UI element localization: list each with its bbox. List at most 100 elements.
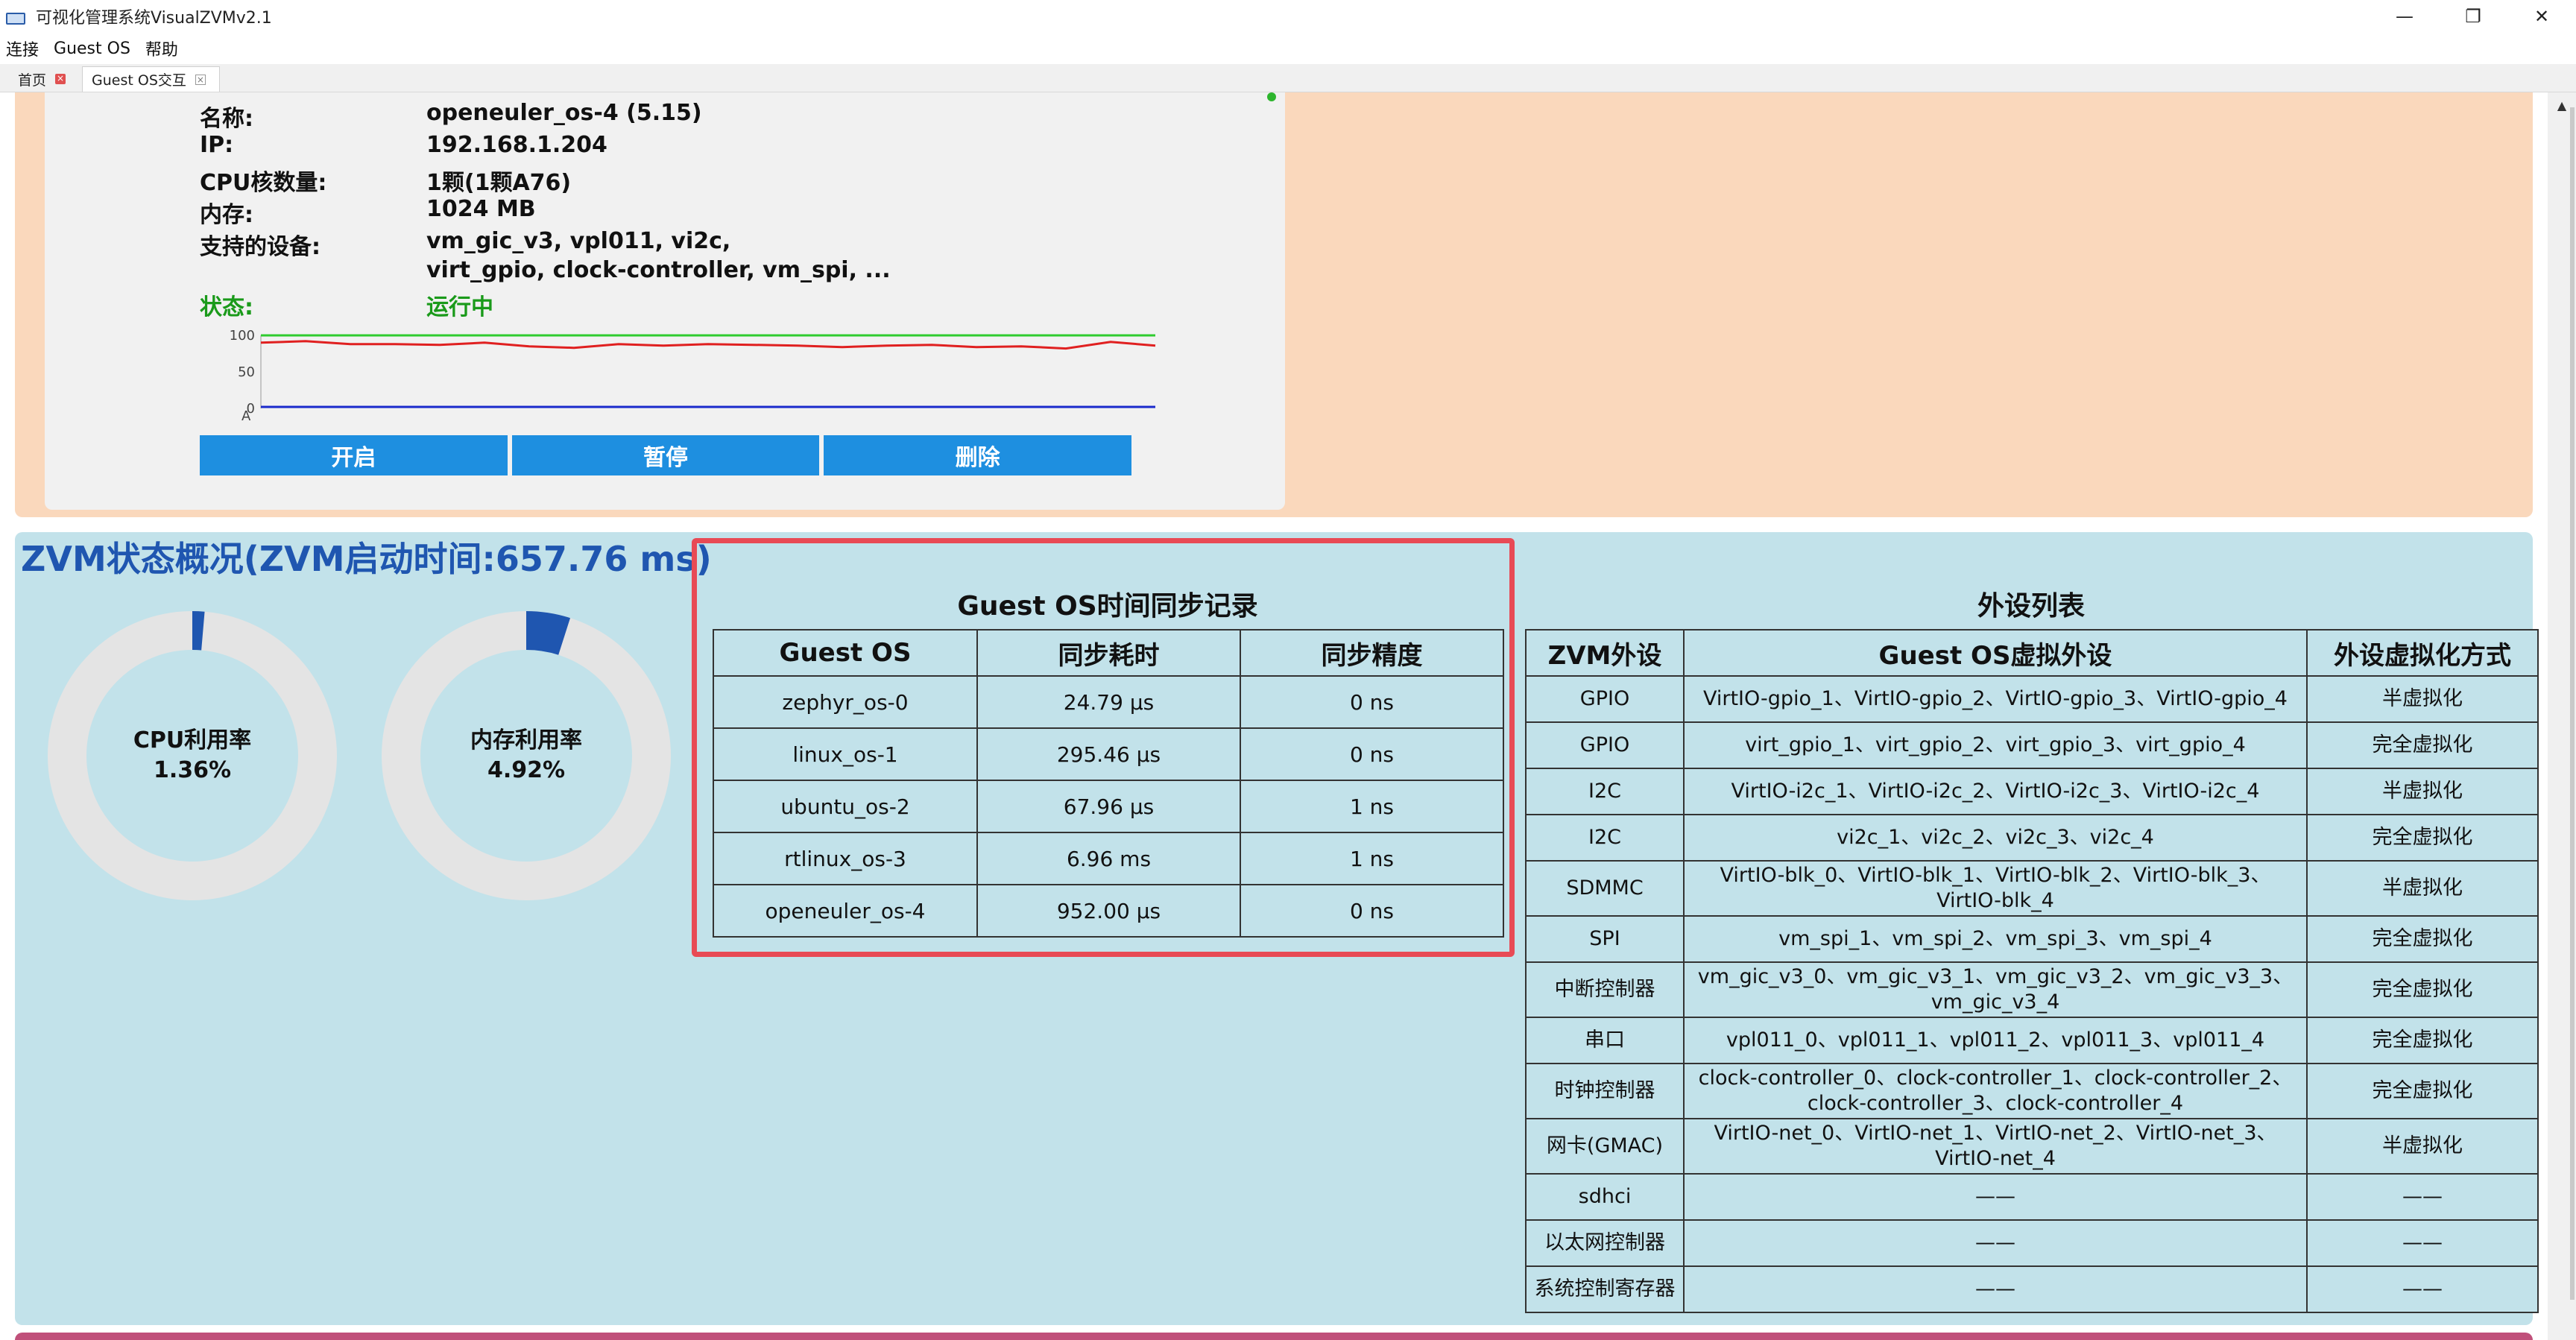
tab-guest-os-label: Guest OS交互 [92, 72, 186, 89]
vm-name-value: openeuler_os-4 (5.15) [426, 100, 702, 126]
peripheral-table-row: GPIO virt_gpio_1、virt_gpio_2、virt_gpio_3、… [1525, 721, 2539, 769]
peripheral-table-row-cell: 完全虚拟化 [2306, 1017, 2539, 1064]
vm-action-buttons: 开启 暂停 删除 [200, 435, 1132, 475]
vm-mem-value: 1024 MB [426, 196, 536, 222]
vm-mem-label: 内存: [200, 202, 253, 228]
peripheral-table-body: GPIO VirtIO-gpio_1、VirtIO-gpio_2、VirtIO-g… [1525, 675, 2539, 1313]
tab-home-label: 首页 [18, 72, 47, 89]
cpu-gauge-text: CPU利用率 1.36% [43, 726, 341, 786]
chart-corner-icon: A [242, 408, 251, 420]
peripheral-table-row-cell: I2C [1525, 814, 1685, 862]
peripheral-header-guest: Guest OS虚拟外设 [1683, 629, 2308, 677]
peripheral-table-row-cell: 网卡(GMAC) [1525, 1118, 1685, 1175]
peripheral-table-row-cell: SDMMC [1525, 860, 1685, 917]
vm-status-label: 状态: [200, 294, 253, 320]
peripheral-table-row-cell: 串口 [1525, 1017, 1685, 1064]
peripheral-table-row: 网卡(GMAC) VirtIO-net_0、VirtIO-net_1、VirtIO… [1525, 1118, 2539, 1175]
menu-bar: 连接 Guest OS 帮助 [0, 33, 2576, 64]
peripheral-table-row-cell: 完全虚拟化 [2306, 915, 2539, 963]
peripheral-table-row-cell: VirtIO-blk_0、VirtIO-blk_1、VirtIO-blk_2、V… [1683, 860, 2308, 917]
peripheral-table-row-cell: 半虚拟化 [2306, 768, 2539, 815]
peripheral-table: ZVM外设 Guest OS虚拟外设 外设虚拟化方式 GPIO VirtIO-gp… [1525, 629, 2539, 1313]
vm-section: 名称: openeuler_os-4 (5.15) IP: 192.168.1.… [15, 92, 2533, 517]
cpu-usage-gauge: CPU利用率 1.36% [43, 607, 341, 905]
peripheral-table-row-cell: virt_gpio_1、virt_gpio_2、virt_gpio_3、virt… [1683, 721, 2308, 769]
peripheral-table-row: 系统控制寄存器 —— —— [1525, 1265, 2539, 1313]
peripheral-table-row-cell: VirtIO-net_0、VirtIO-net_1、VirtIO-net_2、V… [1683, 1118, 2308, 1175]
peripheral-table-row: 中断控制器 vm_gic_v3_0、vm_gic_v3_1、vm_gic_v3_2… [1525, 961, 2539, 1018]
peripheral-table-row: sdhci —— —— [1525, 1173, 2539, 1221]
minimize-button[interactable]: — [2370, 0, 2439, 33]
vm-cpu-value: 1颗(1颗A76) [426, 170, 572, 196]
vm-ip-value: 192.168.1.204 [426, 132, 607, 158]
bottom-section-edge [15, 1333, 2533, 1340]
memory-usage-gauge: 内存利用率 4.92% [377, 607, 675, 905]
peripheral-table-row: I2C vi2c_1、vi2c_2、vi2c_3、vi2c_4 完全虚拟化 [1525, 814, 2539, 862]
peripheral-table-row-cell: 半虚拟化 [2306, 860, 2539, 917]
memory-gauge-label: 内存利用率 [470, 727, 582, 753]
window-title: 可视化管理系统VisualZVMv2.1 [36, 9, 272, 28]
peripheral-table-row-cell: 完全虚拟化 [2306, 961, 2539, 1018]
peripheral-table-row-cell: I2C [1525, 768, 1685, 815]
sync-table-highlight [692, 538, 1515, 957]
peripheral-table-row-cell: VirtIO-i2c_1、VirtIO-i2c_2、VirtIO-i2c_3、V… [1683, 768, 2308, 815]
chart-y-tick-label: 50 [238, 364, 255, 380]
vm-card: 名称: openeuler_os-4 (5.15) IP: 192.168.1.… [45, 92, 1285, 510]
peripheral-table-row-cell: vm_gic_v3_0、vm_gic_v3_1、vm_gic_v3_2、vm_g… [1683, 961, 2308, 1018]
peripheral-table-row-cell: 完全虚拟化 [2306, 721, 2539, 769]
maximize-button[interactable]: ❐ [2439, 0, 2507, 33]
menu-help[interactable]: 帮助 [145, 37, 178, 60]
vm-status-value: 运行中 [426, 294, 493, 320]
vm-ip-label: IP: [200, 132, 234, 158]
peripheral-table-row-cell: clock-controller_0、clock-controller_1、cl… [1683, 1063, 2308, 1119]
scroll-thumb[interactable] [2570, 107, 2575, 1300]
peripheral-table-row: GPIO VirtIO-gpio_1、VirtIO-gpio_2、VirtIO-g… [1525, 675, 2539, 723]
peripheral-table-row-cell: —— [1683, 1173, 2308, 1221]
peripheral-table-row: SDMMC VirtIO-blk_0、VirtIO-blk_1、VirtIO-bl… [1525, 860, 2539, 917]
vm-usage-chart: 100500A [230, 328, 1156, 420]
tab-home-close-icon[interactable]: × [55, 74, 66, 84]
peripheral-table-row: 以太网控制器 —— —— [1525, 1219, 2539, 1267]
peripheral-table-row-cell: 完全虚拟化 [2306, 814, 2539, 862]
tab-guest-os-close-icon[interactable]: × [195, 74, 206, 85]
tab-guest-os-interaction[interactable]: Guest OS交互 × [82, 66, 220, 92]
close-button[interactable]: ✕ [2507, 0, 2576, 33]
peripheral-table-row-cell: —— [1683, 1265, 2308, 1313]
vm-name-label: 名称: [200, 106, 253, 132]
peripheral-table-row: 串口 vpl011_0、vpl011_1、vpl011_2、vpl011_3、vp… [1525, 1017, 2539, 1064]
peripheral-table-row-cell: 半虚拟化 [2306, 675, 2539, 723]
vm-devices-line2: virt_gpio, clock-controller, vm_spi, ... [426, 257, 891, 283]
peripheral-table-row-cell: sdhci [1525, 1173, 1685, 1221]
scroll-up-icon[interactable]: ▲ [2555, 98, 2569, 115]
peripheral-table-row-cell: VirtIO-gpio_1、VirtIO-gpio_2、VirtIO-gpio_… [1683, 675, 2308, 723]
gauge-fill [525, 611, 571, 655]
memory-gauge-text: 内存利用率 4.92% [377, 726, 675, 786]
peripheral-table-row-cell: 系统控制寄存器 [1525, 1265, 1685, 1313]
delete-button[interactable]: 删除 [824, 435, 1132, 475]
vertical-scrollbar[interactable]: ▲ [2548, 92, 2576, 1340]
peripheral-table-row-cell: vi2c_1、vi2c_2、vi2c_3、vi2c_4 [1683, 814, 2308, 862]
tab-home[interactable]: 首页 × [9, 66, 79, 92]
peripheral-table-row: I2C VirtIO-i2c_1、VirtIO-i2c_2、VirtIO-i2c_… [1525, 768, 2539, 815]
menu-connect[interactable]: 连接 [6, 37, 39, 60]
peripheral-table-row-cell: 以太网控制器 [1525, 1219, 1685, 1267]
peripheral-table-title: 外设列表 [1977, 591, 2085, 622]
peripheral-table-row-cell: vm_spi_1、vm_spi_2、vm_spi_3、vm_spi_4 [1683, 915, 2308, 963]
vm-devices-label: 支持的设备: [200, 234, 321, 260]
start-button[interactable]: 开启 [200, 435, 508, 475]
vm-devices-line1: vm_gic_v3, vpl011, vi2c, [426, 228, 731, 254]
cpu-gauge-label: CPU利用率 [133, 727, 252, 753]
memory-gauge-value: 4.92% [487, 757, 566, 783]
menu-guest-os[interactable]: Guest OS [54, 39, 130, 58]
peripheral-table-row-cell: —— [2306, 1265, 2539, 1313]
peripheral-table-row-cell: vpl011_0、vpl011_1、vpl011_2、vpl011_3、vpl0… [1683, 1017, 2308, 1064]
status-dot-icon [1267, 92, 1276, 101]
peripheral-table-row-cell: 中断控制器 [1525, 961, 1685, 1018]
chart-y-tick-label: 100 [230, 328, 255, 344]
peripheral-table-row-cell: 完全虚拟化 [2306, 1063, 2539, 1119]
peripheral-table-row-cell: —— [2306, 1219, 2539, 1267]
window-controls: — ❐ ✕ [2370, 0, 2576, 33]
peripheral-table-row-cell: —— [2306, 1173, 2539, 1221]
peripheral-table-row-cell: —— [1683, 1219, 2308, 1267]
pause-button[interactable]: 暂停 [511, 435, 820, 475]
